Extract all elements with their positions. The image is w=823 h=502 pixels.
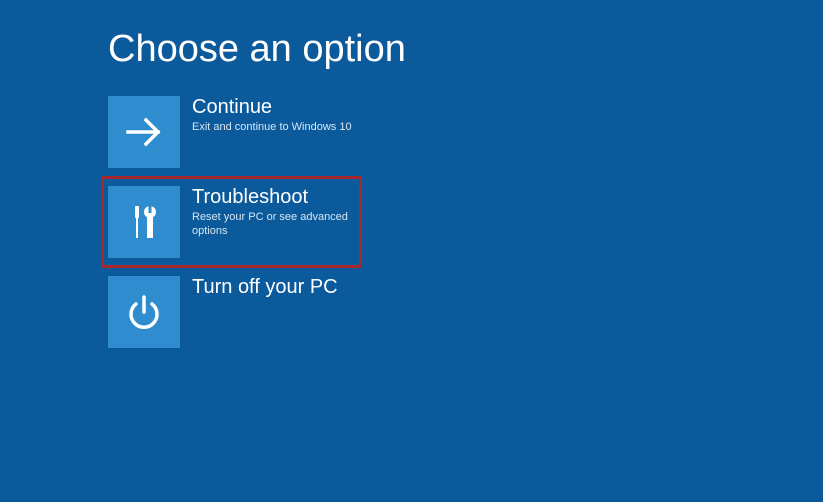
options-list: Continue Exit and continue to Windows 10… [108,96,362,366]
option-troubleshoot-text: Troubleshoot Reset your PC or see advanc… [192,186,355,239]
option-troubleshoot-title: Troubleshoot [192,186,355,208]
arrow-right-icon [108,96,180,168]
option-continue-text: Continue Exit and continue to Windows 10 [192,96,352,134]
option-troubleshoot-subtitle: Reset your PC or see advanced options [192,210,355,239]
option-turn-off-text: Turn off your PC [192,276,338,300]
page-title: Choose an option [108,28,406,71]
option-continue-subtitle: Exit and continue to Windows 10 [192,120,352,134]
option-troubleshoot[interactable]: Troubleshoot Reset your PC or see advanc… [101,176,362,268]
option-continue-title: Continue [192,96,352,118]
option-continue[interactable]: Continue Exit and continue to Windows 10 [108,96,362,168]
option-turn-off-title: Turn off your PC [192,276,338,298]
tools-icon [108,186,180,258]
power-icon [108,276,180,348]
option-turn-off[interactable]: Turn off your PC [108,276,362,348]
